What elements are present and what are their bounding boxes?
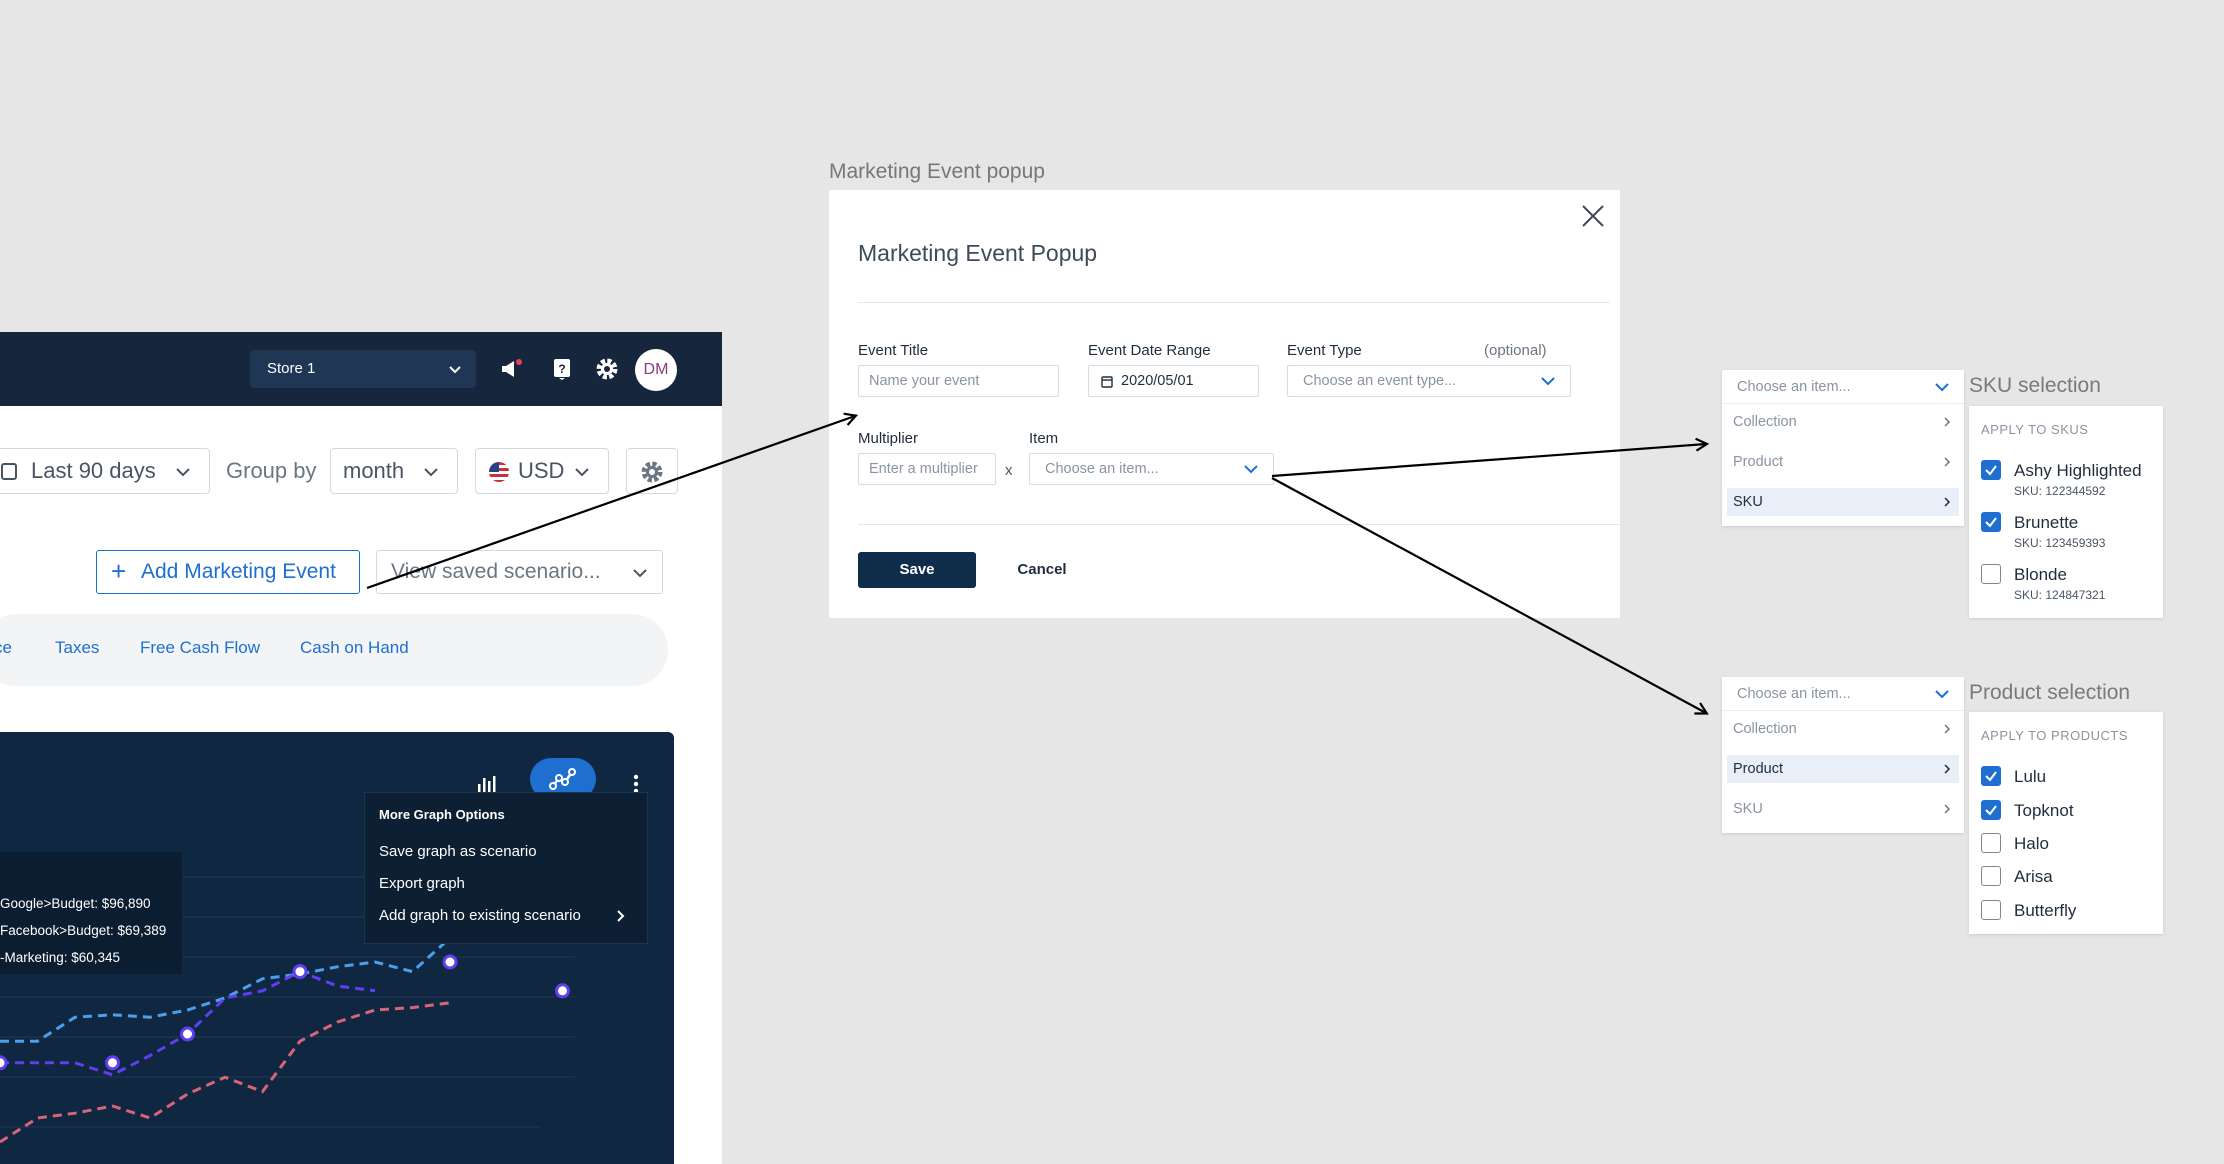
item-select[interactable]: Choose an item...: [1722, 677, 1964, 711]
chevron-right-icon: [1944, 724, 1951, 734]
chevron-down-icon: [1935, 383, 1949, 392]
sku-name: Brunette: [2014, 513, 2079, 532]
product-name: Butterfly: [2014, 901, 2077, 920]
chevron-right-icon: [1944, 764, 1951, 774]
option-collection[interactable]: Collection: [1727, 408, 1959, 436]
product-name: Halo: [2014, 834, 2049, 853]
checkbox[interactable]: [1981, 766, 2001, 786]
product-name: Lulu: [2014, 767, 2047, 786]
sku-name: Blonde: [2014, 565, 2067, 584]
sku-selection-title: SKU selection: [1969, 374, 2101, 397]
checkbox[interactable]: [1981, 833, 2001, 853]
chevron-right-icon: [1944, 457, 1951, 467]
product-selection-panel: APPLY TO PRODUCTS Lulu Topknot Halo Aris…: [1969, 712, 2163, 934]
sku-code: SKU: 124847321: [2014, 588, 2106, 602]
item-select[interactable]: Choose an item...: [1722, 370, 1964, 404]
option-label: SKU: [1733, 801, 1763, 817]
sku-name: Ashy Highlighted: [2014, 461, 2142, 480]
option-sku[interactable]: SKU: [1727, 488, 1959, 516]
panel-heading: APPLY TO SKUS: [1981, 422, 2089, 437]
chevron-right-icon: [1944, 417, 1951, 427]
option-label: Product: [1733, 761, 1783, 777]
check-icon: [1985, 805, 1997, 816]
option-label: Product: [1733, 454, 1783, 470]
option-label: SKU: [1733, 494, 1763, 510]
chevron-down-icon: [1935, 690, 1949, 699]
option-sku[interactable]: SKU: [1727, 795, 1959, 823]
check-icon: [1985, 771, 1997, 782]
option-product[interactable]: Product: [1727, 755, 1959, 783]
check-icon: [1985, 465, 1997, 476]
option-collection[interactable]: Collection: [1727, 715, 1959, 743]
panel-heading: APPLY TO PRODUCTS: [1981, 728, 2128, 743]
item-placeholder: Choose an item...: [1737, 686, 1851, 702]
chevron-right-icon: [1944, 804, 1951, 814]
sku-selection-panel: APPLY TO SKUS Ashy Highlighted SKU: 1223…: [1969, 406, 2163, 618]
checkbox[interactable]: [1981, 564, 2001, 584]
chevron-right-icon: [1944, 497, 1951, 507]
option-label: Collection: [1733, 414, 1797, 430]
check-icon: [1985, 517, 1997, 528]
checkbox[interactable]: [1981, 512, 2001, 532]
checkbox[interactable]: [1981, 866, 2001, 886]
item-placeholder: Choose an item...: [1737, 379, 1851, 395]
checkbox[interactable]: [1981, 800, 2001, 820]
checkbox[interactable]: [1981, 900, 2001, 920]
product-name: Arisa: [2014, 867, 2053, 886]
sku-code: SKU: 122344592: [2014, 484, 2106, 498]
checkbox[interactable]: [1981, 460, 2001, 480]
product-selection-title: Product selection: [1969, 681, 2131, 704]
option-product[interactable]: Product: [1727, 448, 1959, 476]
product-name: Topknot: [2014, 801, 2074, 820]
product-item-dropdown: Choose an item... Collection Product SKU: [1722, 677, 1964, 833]
option-label: Collection: [1733, 721, 1797, 737]
sku-item-dropdown: Choose an item... Collection Product SKU: [1722, 370, 1964, 526]
sku-code: SKU: 123459393: [2014, 536, 2106, 550]
flow-arrows: [366, 0, 2224, 1164]
